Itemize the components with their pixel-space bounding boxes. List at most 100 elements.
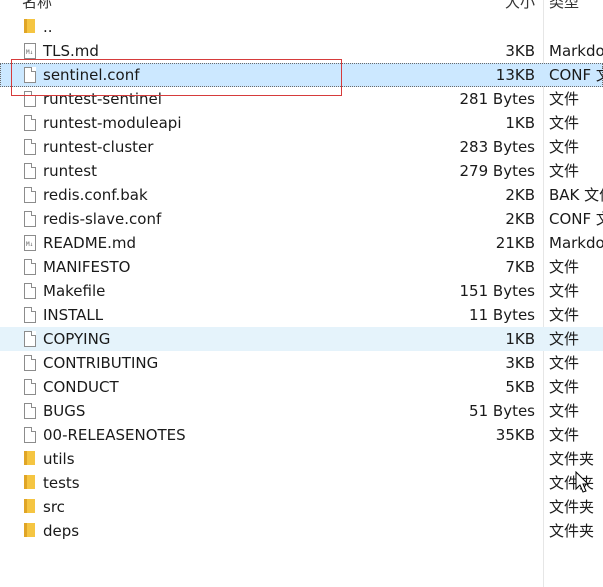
mouse-cursor-icon: [575, 471, 590, 493]
file-list: .. M↓ TLS.md 3KB Markdown sentinel.conf 13KB CO…: [0, 15, 603, 543]
file-size: 3KB: [505, 354, 535, 372]
file-type: 文件: [549, 426, 580, 444]
file-row[interactable]: MANIFESTO 7KB 文件: [0, 255, 603, 279]
folder-icon: [24, 451, 36, 467]
file-size: 151 Bytes: [459, 282, 536, 300]
file-icon: [24, 187, 36, 203]
file-row[interactable]: ..: [0, 15, 603, 39]
file-name: BUGS: [43, 402, 86, 420]
file-size: 13KB: [495, 66, 535, 84]
file-type: 文件: [549, 258, 580, 276]
file-icon: [24, 139, 36, 155]
file-row[interactable]: sentinel.conf 13KB CONF 文件: [0, 63, 603, 87]
file-icon: [24, 91, 36, 107]
file-icon: [24, 355, 36, 371]
file-size: 283 Bytes: [459, 138, 536, 156]
file-type: 文件夹: [549, 450, 595, 468]
file-name: TLS.md: [43, 42, 99, 60]
file-name: CONDUCT: [43, 378, 119, 396]
file-row[interactable]: Makefile 151 Bytes 文件: [0, 279, 603, 303]
file-row[interactable]: utils 文件夹: [0, 447, 603, 471]
file-icon: [24, 211, 36, 227]
file-name: sentinel.conf: [43, 66, 140, 84]
file-type: 文件: [549, 402, 580, 420]
file-name: runtest-moduleapi: [43, 114, 182, 132]
file-name: redis.conf.bak: [43, 186, 148, 204]
name-column-header[interactable]: 名称: [22, 0, 52, 12]
file-row[interactable]: deps 文件夹: [0, 519, 603, 543]
file-name: 00-RELEASENOTES: [43, 426, 186, 444]
file-type: 文件: [549, 354, 580, 372]
file-name: README.md: [43, 234, 137, 252]
file-type: 文件: [549, 162, 580, 180]
file-type: Markdown: [549, 42, 603, 60]
file-icon: [24, 331, 36, 347]
file-row[interactable]: runtest-cluster 283 Bytes 文件: [0, 135, 603, 159]
file-type: Markdown: [549, 234, 603, 252]
file-name: src: [43, 498, 65, 516]
file-icon: [24, 259, 36, 275]
file-name: runtest-cluster: [43, 138, 154, 156]
file-row[interactable]: runtest-sentinel 281 Bytes 文件: [0, 87, 603, 111]
file-icon: [24, 403, 36, 419]
file-size: 51 Bytes: [469, 402, 535, 420]
file-type: 文件: [549, 330, 580, 348]
file-type: CONF 文件: [549, 210, 603, 228]
file-icon: [24, 67, 36, 83]
file-type: 文件: [549, 378, 580, 396]
file-size: 2KB: [505, 186, 535, 204]
file-size: 11 Bytes: [469, 306, 535, 324]
file-row[interactable]: CONTRIBUTING 3KB 文件: [0, 351, 603, 375]
file-row[interactable]: redis.conf.bak 2KB BAK 文件: [0, 183, 603, 207]
folder-icon: [24, 475, 36, 491]
file-icon: [24, 163, 36, 179]
file-name: tests: [43, 474, 80, 492]
file-row[interactable]: COPYING 1KB 文件: [0, 327, 603, 351]
file-name: deps: [43, 522, 80, 540]
file-type: CONF 文件: [549, 66, 603, 84]
file-row[interactable]: INSTALL 11 Bytes 文件: [0, 303, 603, 327]
folder-icon: [24, 523, 36, 539]
folder-icon: [24, 19, 36, 35]
file-name: MANIFESTO: [43, 258, 131, 276]
file-size: 2KB: [505, 210, 535, 228]
file-name: runtest: [43, 162, 97, 180]
file-row[interactable]: tests 文件夹: [0, 471, 603, 495]
file-name: runtest-sentinel: [43, 90, 162, 108]
file-row[interactable]: 00-RELEASENOTES 35KB 文件: [0, 423, 603, 447]
file-row[interactable]: redis-slave.conf 2KB CONF 文件: [0, 207, 603, 231]
file-size: 35KB: [495, 426, 535, 444]
type-column-header[interactable]: 类型: [549, 0, 579, 12]
file-row[interactable]: M↓ TLS.md 3KB Markdown: [0, 39, 603, 63]
file-name: CONTRIBUTING: [43, 354, 159, 372]
file-icon: [24, 283, 36, 299]
file-name: INSTALL: [43, 306, 104, 324]
file-row[interactable]: BUGS 51 Bytes 文件: [0, 399, 603, 423]
file-name: COPYING: [43, 330, 111, 348]
file-row[interactable]: runtest 279 Bytes 文件: [0, 159, 603, 183]
folder-icon: [24, 499, 36, 515]
file-name: redis-slave.conf: [43, 210, 162, 228]
file-name: utils: [43, 450, 75, 468]
file-icon: [24, 307, 36, 323]
file-row[interactable]: src 文件夹: [0, 495, 603, 519]
file-size: 1KB: [505, 114, 535, 132]
markdown-file-icon: M↓: [24, 235, 36, 251]
file-type: 文件夹: [549, 522, 595, 540]
file-row[interactable]: runtest-moduleapi 1KB 文件: [0, 111, 603, 135]
file-size: 7KB: [505, 258, 535, 276]
size-column-header[interactable]: 大小: [505, 0, 535, 12]
file-type: BAK 文件: [549, 186, 603, 204]
file-icon: [24, 427, 36, 443]
file-type: 文件: [549, 282, 580, 300]
file-type: 文件: [549, 90, 580, 108]
file-size: 21KB: [495, 234, 535, 252]
file-row[interactable]: CONDUCT 5KB 文件: [0, 375, 603, 399]
file-icon: [24, 115, 36, 131]
markdown-file-icon: M↓: [24, 43, 36, 59]
file-type: 文件: [549, 306, 580, 324]
file-row[interactable]: M↓ README.md 21KB Markdown: [0, 231, 603, 255]
file-name: Makefile: [43, 282, 106, 300]
column-header: 名称 大小 类型: [0, 0, 603, 11]
file-size: 5KB: [505, 378, 535, 396]
